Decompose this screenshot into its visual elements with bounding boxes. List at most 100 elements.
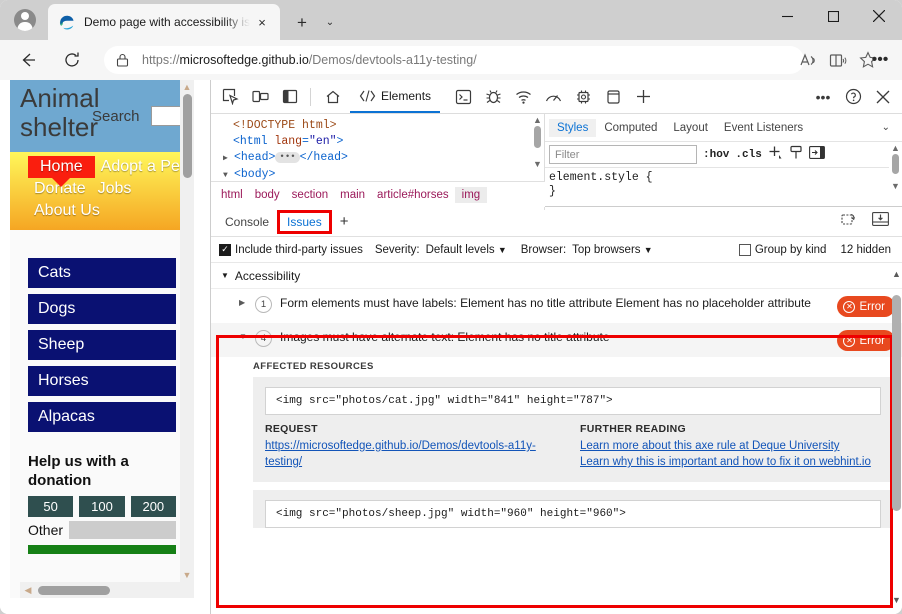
address-bar[interactable]: https://microsoftedge.github.io/Demos/de… bbox=[104, 46, 804, 74]
resource-code-snippet-2[interactable]: <img src="photos/sheep.jpg" width="960" … bbox=[265, 500, 881, 528]
breadcrumb-html[interactable]: html bbox=[215, 187, 249, 203]
breadcrumb-section[interactable]: section bbox=[286, 187, 334, 203]
include-third-party-checkbox-box[interactable]: ✓ bbox=[219, 244, 231, 256]
page-scroll-thumb-horizontal[interactable] bbox=[38, 586, 110, 595]
element-style-rule[interactable]: element.style { } bbox=[545, 168, 902, 199]
new-tab-button[interactable]: + bbox=[288, 9, 316, 35]
nav-item-jobs[interactable]: Jobs bbox=[92, 178, 138, 200]
styles-scroll-up-icon[interactable]: ▲ bbox=[891, 142, 900, 154]
drawer-dock-icon[interactable] bbox=[864, 212, 897, 231]
more-tools-plus-icon[interactable] bbox=[628, 83, 658, 111]
donation-amount-50[interactable]: 50 bbox=[28, 496, 73, 517]
breadcrumb-article[interactable]: article#horses bbox=[371, 187, 455, 203]
scroll-left-arrow-icon[interactable]: ◀ bbox=[21, 582, 35, 598]
collapsed-children-icon[interactable]: ••• bbox=[275, 152, 299, 163]
close-button[interactable] bbox=[856, 0, 902, 32]
profile-button[interactable] bbox=[8, 4, 42, 36]
element-state-pin-icon[interactable] bbox=[789, 145, 803, 165]
split-screen-icon[interactable] bbox=[824, 46, 852, 74]
category-collapse-triangle-icon[interactable]: ▼ bbox=[221, 271, 229, 280]
reload-button[interactable] bbox=[58, 46, 86, 74]
device-emulation-icon[interactable] bbox=[245, 83, 275, 111]
page-scroll-thumb-vertical[interactable] bbox=[183, 94, 192, 178]
dock-side-icon[interactable] bbox=[275, 83, 305, 111]
back-button[interactable] bbox=[14, 46, 42, 74]
styles-scroll-down-icon[interactable]: ▼ bbox=[891, 180, 900, 192]
styles-vertical-scrollbar[interactable]: ▲ ▼ bbox=[889, 142, 902, 210]
category-dogs[interactable]: Dogs bbox=[28, 294, 176, 324]
issues-scroll-down-icon[interactable]: ▼ bbox=[892, 595, 901, 605]
breadcrumb-img[interactable]: img bbox=[455, 187, 488, 203]
dom-scroll-down-icon[interactable]: ▼ bbox=[533, 158, 542, 170]
nav-item-about-us[interactable]: About Us bbox=[28, 200, 106, 222]
tab-layout[interactable]: Layout bbox=[665, 119, 716, 137]
scroll-down-arrow-icon[interactable]: ▼ bbox=[180, 568, 194, 582]
styles-filter-input[interactable]: Filter bbox=[549, 145, 697, 164]
category-sheep[interactable]: Sheep bbox=[28, 330, 176, 360]
styles-scroll-thumb[interactable] bbox=[892, 154, 899, 174]
severity-dropdown[interactable]: Default levels ▼ bbox=[426, 244, 507, 256]
dom-line-doctype[interactable]: <!DOCTYPE html> bbox=[219, 118, 544, 134]
category-cats[interactable]: Cats bbox=[28, 258, 176, 288]
dom-line-html[interactable]: <html lang="en"> bbox=[219, 134, 544, 150]
issue-row-images-alt-text[interactable]: ▼ 4 Images must have alternate text: Ele… bbox=[211, 323, 902, 357]
tab-computed[interactable]: Computed bbox=[596, 119, 665, 137]
resource-code-snippet[interactable]: <img src="photos/cat.jpg" width="841" he… bbox=[265, 387, 881, 415]
tab-event-listeners[interactable]: Event Listeners bbox=[716, 119, 811, 137]
nav-item-adopt-a-pet[interactable]: Adopt a Pet bbox=[95, 156, 191, 178]
devtools-help-icon[interactable] bbox=[838, 83, 868, 111]
sources-bug-icon[interactable] bbox=[478, 83, 508, 111]
issues-scroll-thumb[interactable] bbox=[892, 295, 901, 511]
drawer-tab-issues[interactable]: Issues bbox=[277, 210, 332, 234]
application-icon[interactable] bbox=[598, 83, 628, 111]
breadcrumb-body[interactable]: body bbox=[249, 187, 286, 203]
group-by-kind-checkbox-box[interactable] bbox=[739, 244, 751, 256]
computed-sidebar-toggle-icon[interactable] bbox=[809, 146, 825, 164]
issues-vertical-scrollbar[interactable]: ▲ ▼ bbox=[892, 269, 901, 605]
page-horizontal-scrollbar[interactable]: ◀ ▶ bbox=[20, 582, 194, 598]
request-url-link[interactable]: https://microsoftedge.github.io/Demos/de… bbox=[265, 438, 566, 470]
styles-more-chevron-down-icon[interactable]: ⌄ bbox=[874, 119, 898, 136]
browser-more-icon[interactable]: ••• bbox=[866, 46, 894, 74]
devtools-more-icon[interactable]: ••• bbox=[808, 83, 838, 111]
inspect-icon[interactable] bbox=[215, 83, 245, 111]
deque-university-link[interactable]: Learn more about this axe rule at Deque … bbox=[580, 438, 881, 454]
browser-dropdown[interactable]: Top browsers ▼ bbox=[572, 244, 653, 256]
drawer-settings-gear-icon[interactable] bbox=[833, 212, 864, 232]
tab-close-icon[interactable]: × bbox=[250, 10, 274, 34]
category-alpacas[interactable]: Alpacas bbox=[28, 402, 176, 432]
console-icon[interactable] bbox=[448, 83, 478, 111]
hov-button[interactable]: :hov bbox=[703, 149, 729, 161]
dom-scroll-up-icon[interactable]: ▲ bbox=[533, 114, 542, 126]
drawer-tab-console[interactable]: Console bbox=[217, 212, 277, 232]
scroll-up-arrow-icon[interactable]: ▲ bbox=[180, 80, 194, 94]
minimize-button[interactable] bbox=[764, 0, 810, 32]
dom-line-head[interactable]: ▶<head>•••</head> bbox=[219, 150, 544, 167]
breadcrumb-main[interactable]: main bbox=[334, 187, 371, 203]
issue-row-form-labels[interactable]: ▶ 1 Form elements must have labels: Elem… bbox=[211, 289, 902, 323]
donation-amount-100[interactable]: 100 bbox=[79, 496, 124, 517]
network-wifi-icon[interactable] bbox=[508, 83, 538, 111]
devtools-close-icon[interactable] bbox=[868, 83, 898, 111]
devtools-tab-home[interactable] bbox=[316, 81, 350, 113]
tab-styles[interactable]: Styles bbox=[549, 119, 596, 137]
donation-amount-200[interactable]: 200 bbox=[131, 496, 176, 517]
drawer-add-tab-plus-icon[interactable]: + bbox=[332, 210, 357, 233]
page-vertical-scrollbar[interactable]: ▲ ▼ bbox=[180, 80, 194, 598]
memory-chip-icon[interactable] bbox=[568, 83, 598, 111]
performance-icon[interactable] bbox=[538, 83, 568, 111]
browser-tab[interactable]: Demo page with accessibility issues × bbox=[48, 4, 280, 40]
cls-button[interactable]: .cls bbox=[735, 149, 761, 161]
expand-triangle-right-icon[interactable]: ▶ bbox=[223, 151, 234, 167]
tab-list-chevron-down-icon[interactable]: ⌄ bbox=[318, 11, 342, 33]
devtools-tab-elements[interactable]: Elements bbox=[350, 81, 440, 113]
new-style-rule-plus-icon[interactable] bbox=[768, 145, 783, 165]
webhint-link[interactable]: Learn why this is important and how to f… bbox=[580, 454, 881, 470]
nav-item-home[interactable]: Home bbox=[28, 156, 95, 178]
include-third-party-checkbox[interactable]: ✓ Include third-party issues bbox=[219, 244, 363, 256]
hidden-issues-count[interactable]: 12 hidden bbox=[840, 244, 891, 256]
issue-expand-triangle-right-icon[interactable]: ▶ bbox=[239, 295, 255, 307]
issue-expand-triangle-down-icon[interactable]: ▼ bbox=[239, 329, 255, 341]
issues-scroll-up-icon[interactable]: ▲ bbox=[892, 269, 901, 279]
issues-category-accessibility[interactable]: ▼ Accessibility bbox=[211, 263, 902, 289]
